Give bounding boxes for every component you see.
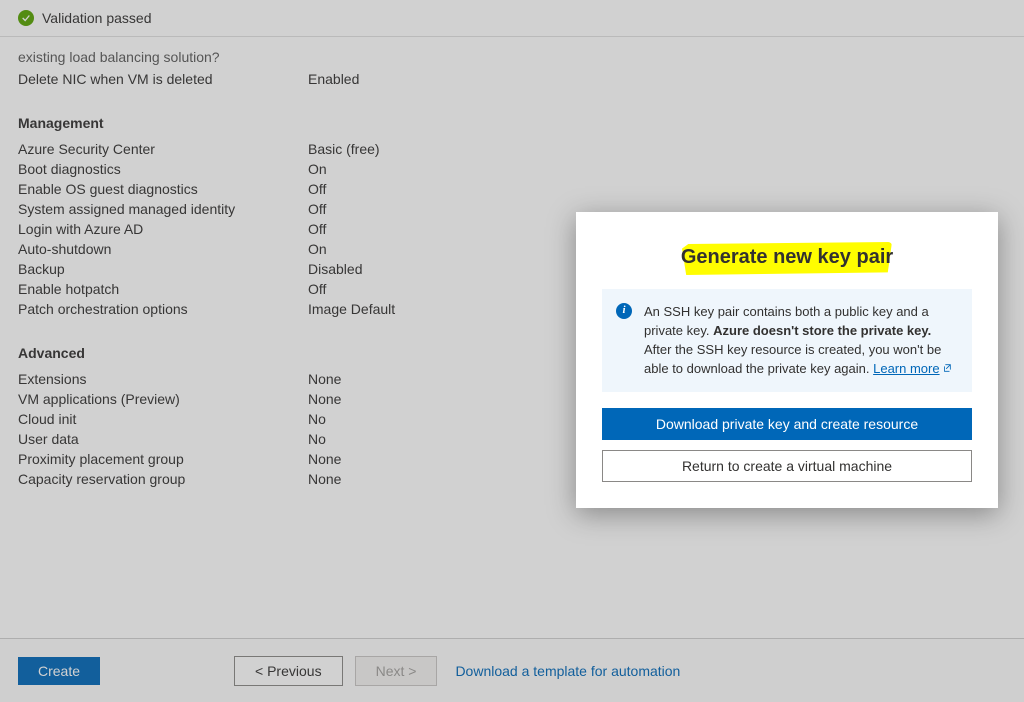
info-text-bold: Azure doesn't store the private key. [713, 323, 931, 338]
learn-more-link[interactable]: Learn more [873, 361, 951, 376]
generate-key-pair-dialog: Generate new key pair i An SSH key pair … [576, 212, 998, 508]
download-private-key-button[interactable]: Download private key and create resource [602, 408, 972, 440]
return-to-create-button[interactable]: Return to create a virtual machine [602, 450, 972, 482]
info-icon: i [616, 303, 632, 319]
info-callout: i An SSH key pair contains both a public… [602, 289, 972, 392]
dialog-title: Generate new key pair [681, 246, 893, 269]
external-link-icon [942, 360, 952, 370]
